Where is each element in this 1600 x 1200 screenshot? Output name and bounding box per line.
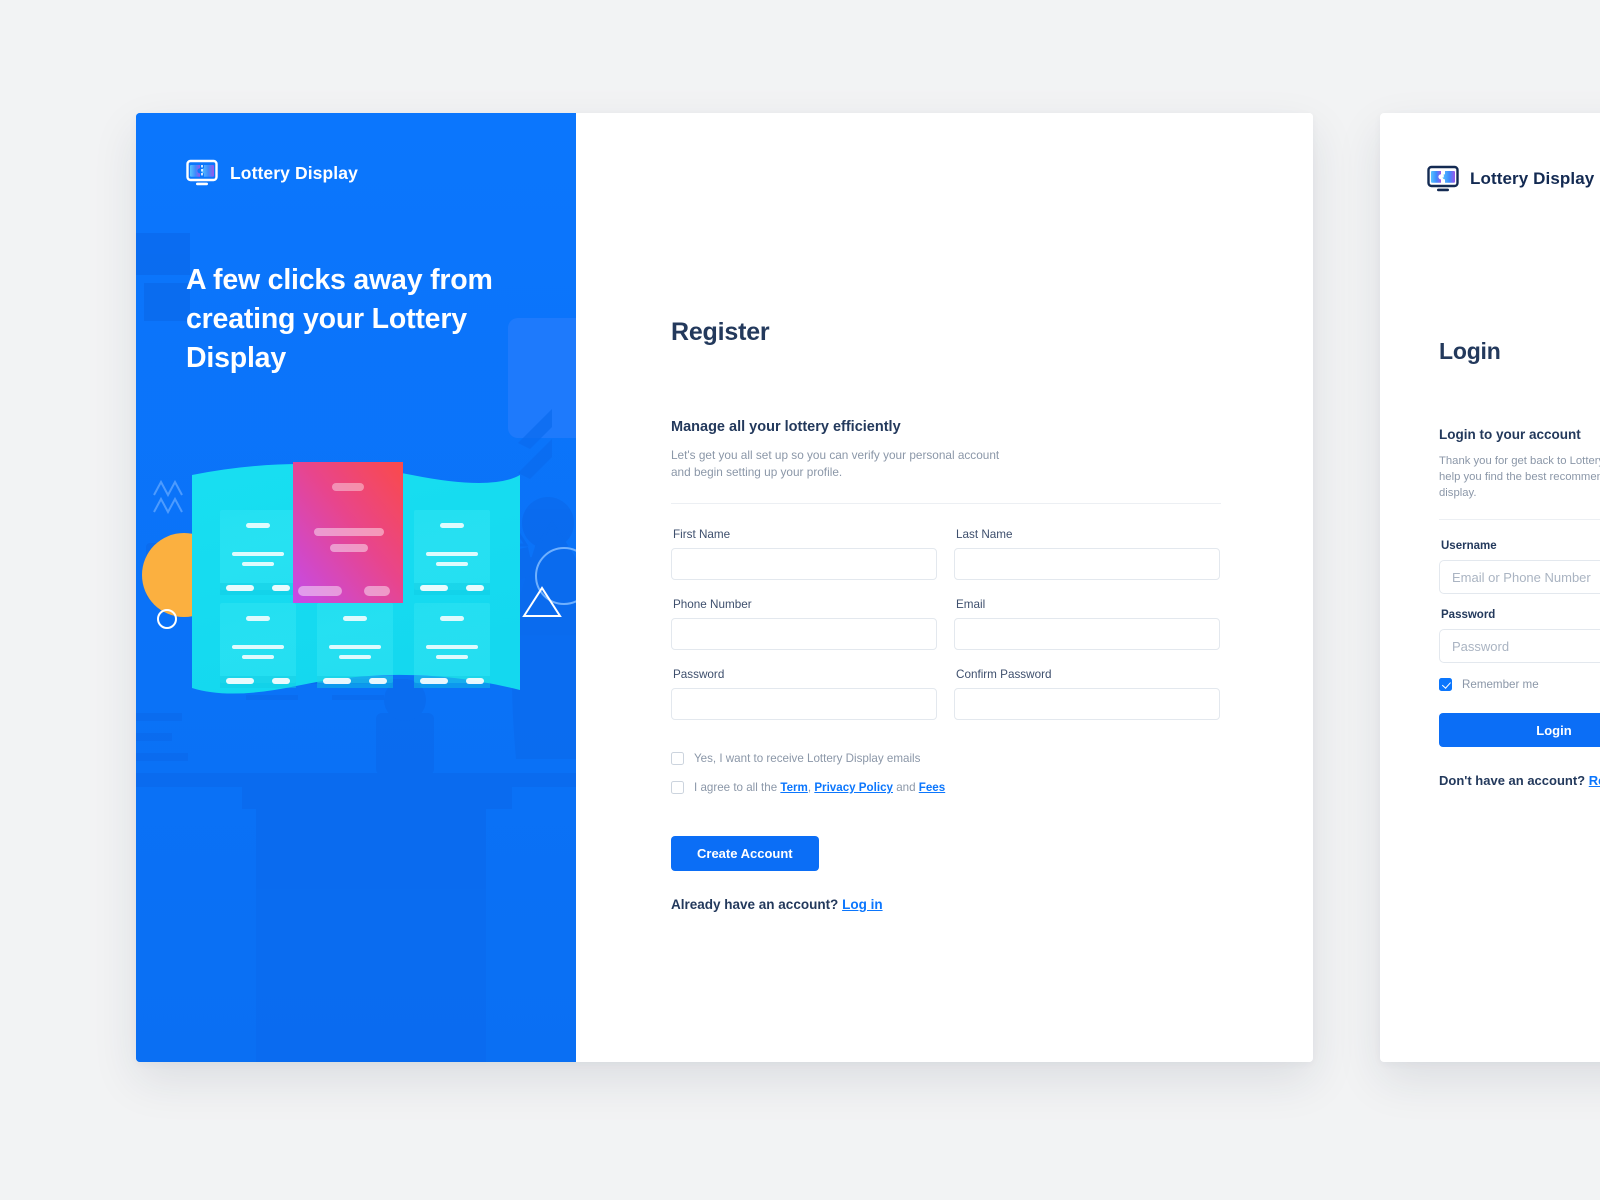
fees-link[interactable]: Fees [919, 781, 945, 794]
term-link[interactable]: Term [780, 781, 808, 794]
login-footer: Don't have an account? Register [1439, 773, 1600, 788]
label-phone-number: Phone Number [673, 598, 752, 611]
register-footer-text: Already have an account? [671, 897, 839, 912]
label-confirm-password: Confirm Password [956, 668, 1052, 681]
lottery-ticket-monitor-icon [186, 157, 218, 189]
login-password-input[interactable] [1439, 629, 1600, 663]
section-divider [671, 503, 1221, 504]
lottery-kiosk-illustration [142, 462, 576, 694]
promo-panel: Lottery Display A few clicks away from c… [136, 113, 576, 1062]
lottery-ticket-monitor-icon [1427, 163, 1459, 195]
label-first-name: First Name [673, 528, 731, 541]
emails-checkbox-label: Yes, I want to receive Lottery Display e… [694, 752, 921, 765]
field-password: Password [671, 668, 937, 720]
login-card: Lottery Display Login Login to your acco… [1380, 113, 1600, 1062]
login-footer-text: Don't have an account? [1439, 773, 1586, 788]
field-first-name: First Name [671, 528, 937, 580]
field-login-password: Password [1439, 609, 1600, 663]
username-input[interactable] [1439, 560, 1600, 594]
register-link[interactable]: Register [1589, 773, 1600, 788]
remember-me-label: Remember me [1462, 678, 1539, 691]
register-footer: Already have an account? Log in [671, 897, 1221, 912]
checkbox-row-terms[interactable]: I agree to all the Term, Privacy Policy … [671, 781, 1221, 794]
login-section-divider [1439, 519, 1600, 520]
register-fields-grid: First Name Last Name Phone Number Email [671, 528, 1221, 738]
checkbox-row-emails[interactable]: Yes, I want to receive Lottery Display e… [671, 752, 1221, 765]
brand-name: Lottery Display [230, 162, 358, 183]
privacy-policy-link[interactable]: Privacy Policy [814, 781, 893, 794]
brand-name: Lottery Display [1470, 169, 1595, 188]
terms-sep-2: and [892, 781, 919, 794]
terms-prefix: I agree to all the [694, 781, 781, 794]
checkbox-row-remember-me[interactable]: Remember me [1439, 678, 1600, 691]
remember-me-checkbox[interactable] [1439, 678, 1452, 691]
confirm-password-input[interactable] [954, 688, 1220, 720]
promo-headline: A few clicks away from creating your Lot… [186, 264, 493, 374]
login-subtitle: Login to your account [1439, 427, 1581, 442]
field-username: Username [1439, 540, 1600, 594]
field-confirm-password: Confirm Password [954, 668, 1220, 720]
consent-checkboxes: Yes, I want to receive Lottery Display e… [671, 752, 1221, 794]
field-email: Email [954, 598, 1220, 650]
label-username: Username [1441, 540, 1497, 552]
first-name-input[interactable] [671, 548, 937, 580]
register-card: Lottery Display A few clicks away from c… [136, 113, 1313, 1062]
login-description: Thank you for get back to Lottery Displa… [1439, 455, 1600, 499]
login-link[interactable]: Log in [842, 897, 883, 912]
register-form-panel: Register Manage all your lottery efficie… [576, 113, 1313, 1062]
register-subtitle: Manage all your lottery efficiently [671, 419, 901, 435]
label-login-password: Password [1441, 609, 1496, 621]
email-input[interactable] [954, 618, 1220, 650]
phone-number-input[interactable] [671, 618, 937, 650]
login-page-title: Login [1439, 338, 1501, 364]
terms-checkbox[interactable] [671, 781, 684, 794]
page-title: Register [671, 318, 770, 346]
label-password: Password [673, 668, 725, 681]
field-last-name: Last Name [954, 528, 1220, 580]
terms-checkbox-label: I agree to all the Term, Privacy Policy … [694, 781, 945, 794]
label-last-name: Last Name [956, 528, 1013, 541]
emails-checkbox[interactable] [671, 752, 684, 765]
create-account-button[interactable]: Create Account [671, 836, 819, 871]
brand-logo: Lottery Display [186, 157, 358, 189]
last-name-input[interactable] [954, 548, 1220, 580]
login-brand-logo: Lottery Display [1427, 163, 1594, 195]
label-email: Email [956, 598, 986, 611]
password-input[interactable] [671, 688, 937, 720]
app-canvas: Lottery Display A few clicks away from c… [0, 0, 1600, 1200]
field-phone-number: Phone Number [671, 598, 937, 650]
register-description: Let's get you all set up so you can veri… [671, 448, 1000, 479]
login-button[interactable]: Login [1439, 713, 1600, 747]
